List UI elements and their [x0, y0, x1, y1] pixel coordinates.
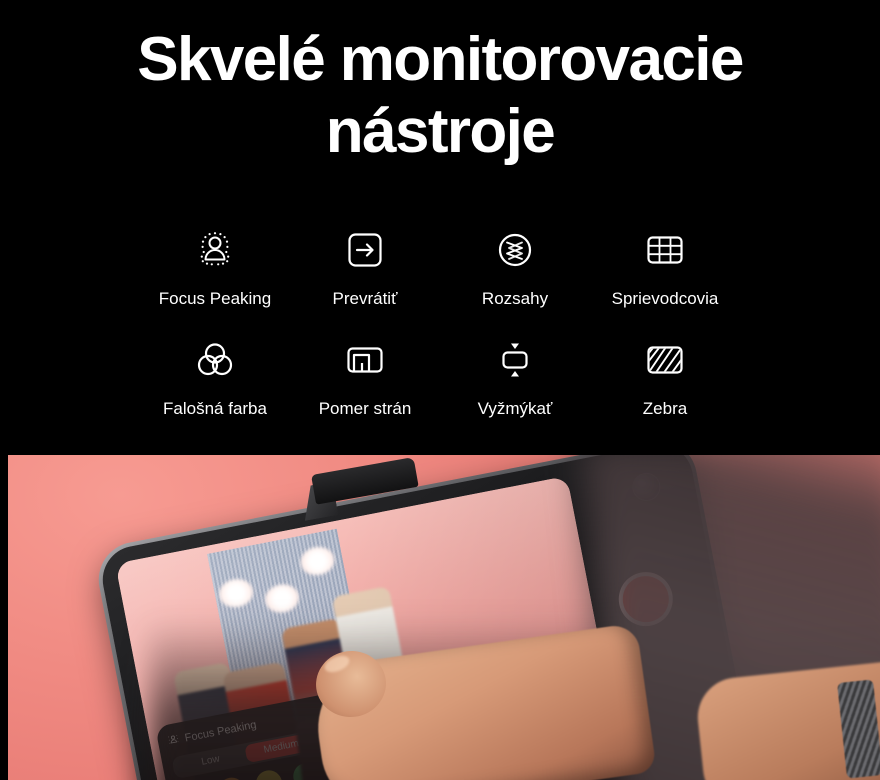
guides-grid-icon	[637, 222, 693, 278]
feature-label: Prevrátiť	[332, 289, 398, 308]
feature-label: Focus Peaking	[158, 289, 272, 308]
page-title: Skvelé monitorovacie nástroje	[137, 25, 744, 166]
hero-section: Skvelé monitorovacie nástroje Focus Peak…	[0, 0, 880, 455]
photo-left-edge	[0, 455, 8, 780]
flip-icon	[337, 222, 393, 278]
feature-flip[interactable]: Prevrátiť	[290, 222, 440, 310]
scopes-icon	[487, 222, 543, 278]
feature-guides[interactable]: Sprievodcovia	[590, 222, 740, 310]
feature-zebra[interactable]: Zebra	[590, 332, 740, 420]
false-color-icon	[187, 332, 243, 388]
feature-label: Zebra	[642, 399, 688, 418]
feature-label: Pomer strán	[318, 399, 412, 418]
feature-aspect-ratio[interactable]: Pomer strán	[290, 332, 440, 420]
zebra-icon	[637, 332, 693, 388]
feature-label: Rozsahy	[481, 289, 549, 308]
feature-label: Sprievodcovia	[611, 289, 719, 308]
squeeze-icon	[487, 332, 543, 388]
feature-grid: Focus Peaking Prevrátiť Rozsahy Sprievod…	[140, 222, 740, 420]
feature-label: Falošná farba	[163, 399, 267, 418]
feature-scopes[interactable]: Rozsahy	[440, 222, 590, 310]
feature-false-color[interactable]: Falošná farba	[140, 332, 290, 420]
feature-label: Vyžmýkať	[477, 399, 553, 418]
feature-squeeze[interactable]: Vyžmýkať	[440, 332, 590, 420]
aspect-ratio-icon	[337, 332, 393, 388]
product-photo: Focus Peaking ✕ Low Medium High	[0, 455, 880, 780]
focus-peaking-icon	[187, 222, 243, 278]
feature-focus-peaking[interactable]: Focus Peaking	[140, 222, 290, 310]
marketing-page: Skvelé monitorovacie nástroje Focus Peak…	[0, 0, 880, 780]
